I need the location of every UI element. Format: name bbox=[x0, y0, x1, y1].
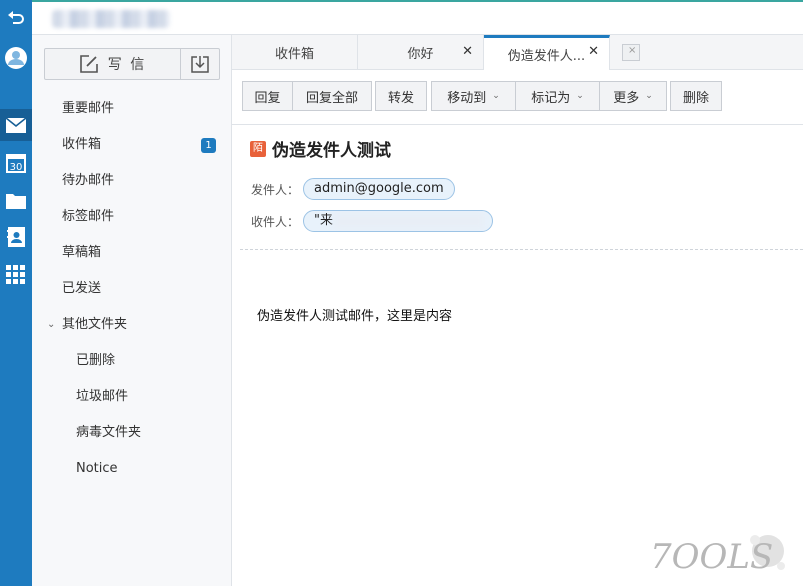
folder-spam[interactable]: 垃圾邮件 bbox=[32, 379, 231, 415]
account-name-redacted bbox=[52, 10, 170, 28]
folder-label: 病毒文件夹 bbox=[76, 425, 142, 440]
to-label: 收件人： bbox=[251, 214, 300, 229]
download-icon bbox=[191, 56, 209, 73]
folder-sidebar: 写 信 重要邮件 收件箱 1 待办邮件 标签邮件 草稿箱 已发送 ⌄ 其他文件夹 已… bbox=[32, 35, 232, 586]
folder-label: 垃圾邮件 bbox=[76, 389, 129, 404]
folder-drafts[interactable]: 草稿箱 bbox=[32, 235, 231, 271]
button-label: 删除 bbox=[682, 90, 709, 106]
button-label: 移动到 bbox=[447, 90, 487, 106]
tab-label: 伪造发件人... bbox=[507, 49, 586, 64]
contacts-icon[interactable] bbox=[0, 221, 32, 253]
folder-label: 收件箱 bbox=[62, 137, 102, 152]
folder-other[interactable]: ⌄ 其他文件夹 bbox=[32, 307, 231, 343]
folder-icon[interactable] bbox=[0, 184, 32, 216]
folder-notice[interactable]: Notice bbox=[32, 451, 231, 487]
folder-label: Notice bbox=[76, 461, 118, 476]
forward-button[interactable]: 转发 bbox=[375, 81, 427, 111]
chevron-down-icon: ⌄ bbox=[576, 91, 584, 101]
calendar-icon[interactable]: 30 bbox=[0, 147, 32, 179]
folder-label: 已删除 bbox=[76, 353, 116, 368]
import-button[interactable] bbox=[181, 49, 219, 79]
apps-grid-icon[interactable] bbox=[0, 259, 32, 291]
subject-text: 伪造发件人测试 bbox=[272, 141, 391, 161]
tab-inbox[interactable]: 收件箱 bbox=[232, 35, 358, 70]
folder-label: 已发送 bbox=[62, 281, 102, 296]
folder-label: 重要邮件 bbox=[62, 101, 115, 116]
folder-todo[interactable]: 待办邮件 bbox=[32, 163, 231, 199]
message-subject: 陌 伪造发件人测试 bbox=[250, 136, 391, 161]
folder-sent[interactable]: 已发送 bbox=[32, 271, 231, 307]
folder-inbox[interactable]: 收件箱 1 bbox=[32, 127, 231, 163]
folder-important[interactable]: 重要邮件 bbox=[32, 91, 231, 127]
recipient-row: 收件人： "来 bbox=[251, 210, 494, 232]
compose-edit-icon bbox=[79, 55, 98, 73]
app-rail: 30 bbox=[0, 0, 32, 586]
closed-tab-placeholder-icon[interactable] bbox=[622, 44, 640, 61]
chevron-down-icon: ⌄ bbox=[645, 91, 653, 101]
unread-count-badge: 1 bbox=[201, 138, 216, 153]
tab-current-message[interactable]: 伪造发件人... ✕ bbox=[484, 35, 610, 71]
tab-label: 你好 bbox=[407, 47, 434, 62]
folder-label: 其他文件夹 bbox=[62, 317, 128, 332]
chevron-down-icon: ⌄ bbox=[492, 91, 500, 101]
reply-all-button[interactable]: 回复全部 bbox=[293, 81, 372, 111]
from-label: 发件人： bbox=[251, 182, 300, 197]
message-toolbar: 回复 回复全部 转发 移动到 ⌄ 标记为 ⌄ 更多 ⌄ 删除 bbox=[232, 70, 803, 125]
header-divider bbox=[240, 249, 803, 250]
sender-row: 发件人： admin@google.com bbox=[251, 178, 455, 200]
avatar-icon[interactable] bbox=[0, 42, 32, 74]
compose-label: 写 信 bbox=[107, 57, 147, 73]
button-label: 回复全部 bbox=[305, 90, 358, 106]
chevron-down-icon[interactable]: ⌄ bbox=[47, 307, 55, 343]
recipient-chip[interactable]: "来 bbox=[303, 210, 494, 232]
folder-deleted[interactable]: 已删除 bbox=[32, 343, 231, 379]
folder-label: 草稿箱 bbox=[62, 245, 102, 260]
folder-tagged[interactable]: 标签邮件 bbox=[32, 199, 231, 235]
folder-label: 标签邮件 bbox=[62, 209, 115, 224]
button-label: 标记为 bbox=[531, 90, 571, 106]
button-label: 回复 bbox=[254, 90, 281, 106]
compose-button[interactable]: 写 信 bbox=[45, 49, 181, 79]
message-view: 陌 伪造发件人测试 发件人： admin@google.com 收件人： "来 … bbox=[232, 125, 803, 586]
close-icon[interactable]: ✕ bbox=[588, 44, 599, 59]
move-to-dropdown[interactable]: 移动到 ⌄ bbox=[431, 81, 516, 111]
folder-virus[interactable]: 病毒文件夹 bbox=[32, 415, 231, 451]
tab-nihao[interactable]: 你好 ✕ bbox=[358, 35, 484, 70]
more-dropdown[interactable]: 更多 ⌄ bbox=[600, 81, 667, 111]
button-label: 转发 bbox=[387, 90, 414, 106]
back-arrow-icon[interactable] bbox=[0, 2, 32, 34]
reply-button[interactable]: 回复 bbox=[242, 81, 293, 111]
stranger-tag-icon: 陌 bbox=[250, 140, 266, 157]
tab-bar: 收件箱 你好 ✕ 伪造发件人... ✕ bbox=[232, 35, 803, 71]
message-body: 伪造发件人测试邮件，这里是内容 bbox=[257, 309, 453, 324]
calendar-day-text: 30 bbox=[10, 162, 23, 173]
delete-button[interactable]: 删除 bbox=[670, 81, 722, 111]
recipient-redacted bbox=[334, 213, 485, 229]
mail-icon[interactable] bbox=[0, 109, 32, 141]
tools-watermark-logo: 7OOLS bbox=[648, 526, 798, 581]
close-icon[interactable]: ✕ bbox=[462, 44, 473, 59]
recipient-visible-text: "来 bbox=[314, 213, 333, 228]
button-label: 更多 bbox=[613, 90, 640, 106]
top-accent-line bbox=[32, 0, 803, 2]
folder-label: 待办邮件 bbox=[62, 173, 115, 188]
mark-as-dropdown[interactable]: 标记为 ⌄ bbox=[516, 81, 600, 111]
watermark-text: 7OOLS bbox=[650, 537, 773, 577]
compose-button-group: 写 信 bbox=[44, 48, 220, 80]
sender-chip[interactable]: admin@google.com bbox=[303, 178, 455, 200]
tab-label: 收件箱 bbox=[274, 47, 314, 62]
